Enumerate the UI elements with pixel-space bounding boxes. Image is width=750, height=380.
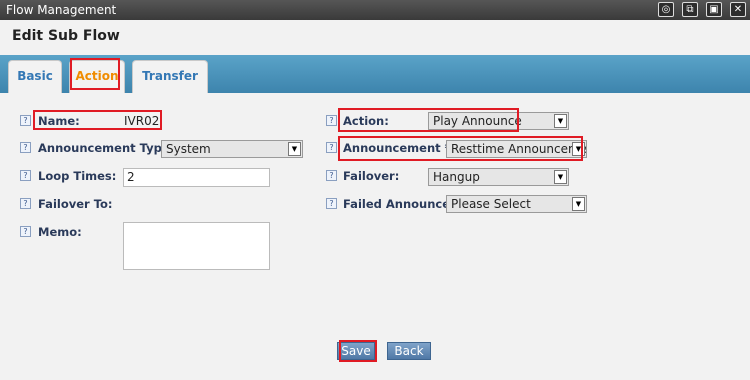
tab-action[interactable]: Action — [69, 60, 125, 93]
help-icon[interactable]: ? — [20, 115, 31, 126]
help-icon[interactable]: ? — [20, 198, 31, 209]
memo-label: Memo: — [38, 225, 82, 239]
announcement-select[interactable]: Resttime Announceme ▼ — [446, 140, 587, 158]
window-titlebar: Flow Management ◎ ⧉ ▣ ✕ — [0, 0, 750, 20]
help-icon[interactable]: ? — [326, 115, 337, 126]
memo-textarea[interactable] — [123, 222, 270, 270]
help-icon[interactable]: ? — [20, 170, 31, 181]
action-select[interactable]: Play Announce ▼ — [428, 112, 569, 130]
loop-times-input[interactable]: 2 — [123, 168, 270, 187]
maximize-icon[interactable]: ▣ — [706, 2, 722, 17]
failed-announce-label: Failed Announce: — [343, 197, 455, 211]
record-icon[interactable]: ◎ — [658, 2, 674, 17]
tab-basic[interactable]: Basic — [8, 60, 62, 93]
help-icon[interactable]: ? — [326, 170, 337, 181]
failed-announce-value: Please Select — [451, 197, 531, 211]
tab-bar: Basic Action Transfer — [0, 55, 750, 93]
failover-to-label: Failover To: — [38, 197, 113, 211]
chevron-down-icon: ▼ — [554, 114, 567, 128]
restore-icon[interactable]: ⧉ — [682, 2, 698, 17]
help-icon[interactable]: ? — [20, 142, 31, 153]
tab-transfer[interactable]: Transfer — [132, 60, 208, 93]
chevron-down-icon: ▼ — [572, 197, 585, 211]
announcement-type-select[interactable]: System ▼ — [161, 140, 303, 158]
announcement-type-value: System — [166, 142, 211, 156]
help-icon[interactable]: ? — [326, 142, 337, 153]
help-icon[interactable]: ? — [20, 226, 31, 237]
back-button[interactable]: Back — [387, 342, 431, 360]
failover-value: Hangup — [433, 170, 480, 184]
failed-announce-select[interactable]: Please Select ▼ — [446, 195, 587, 213]
save-button[interactable]: Save — [337, 342, 375, 360]
action-label: Action: — [343, 114, 389, 128]
chevron-down-icon: ▼ — [554, 170, 567, 184]
chevron-down-icon: ▼ — [288, 142, 301, 156]
loop-times-label: Loop Times: — [38, 169, 117, 183]
failover-label: Failover: — [343, 169, 400, 183]
name-label: Name: — [38, 114, 80, 128]
window-controls: ◎ ⧉ ▣ ✕ — [658, 2, 746, 17]
help-icon[interactable]: ? — [326, 198, 337, 209]
chevron-down-icon: ▼ — [572, 142, 585, 156]
announcement-label: Announcement *: — [343, 141, 456, 155]
page-title: Edit Sub Flow — [12, 28, 120, 44]
announcement-type-label: Announcement Type: — [38, 141, 175, 155]
failover-select[interactable]: Hangup ▼ — [428, 168, 569, 186]
announcement-value: Resttime Announceme — [451, 142, 587, 156]
name-value: IVR02 — [124, 114, 160, 128]
window-title: Flow Management — [6, 3, 117, 17]
close-icon[interactable]: ✕ — [730, 2, 746, 17]
action-value: Play Announce — [433, 114, 522, 128]
